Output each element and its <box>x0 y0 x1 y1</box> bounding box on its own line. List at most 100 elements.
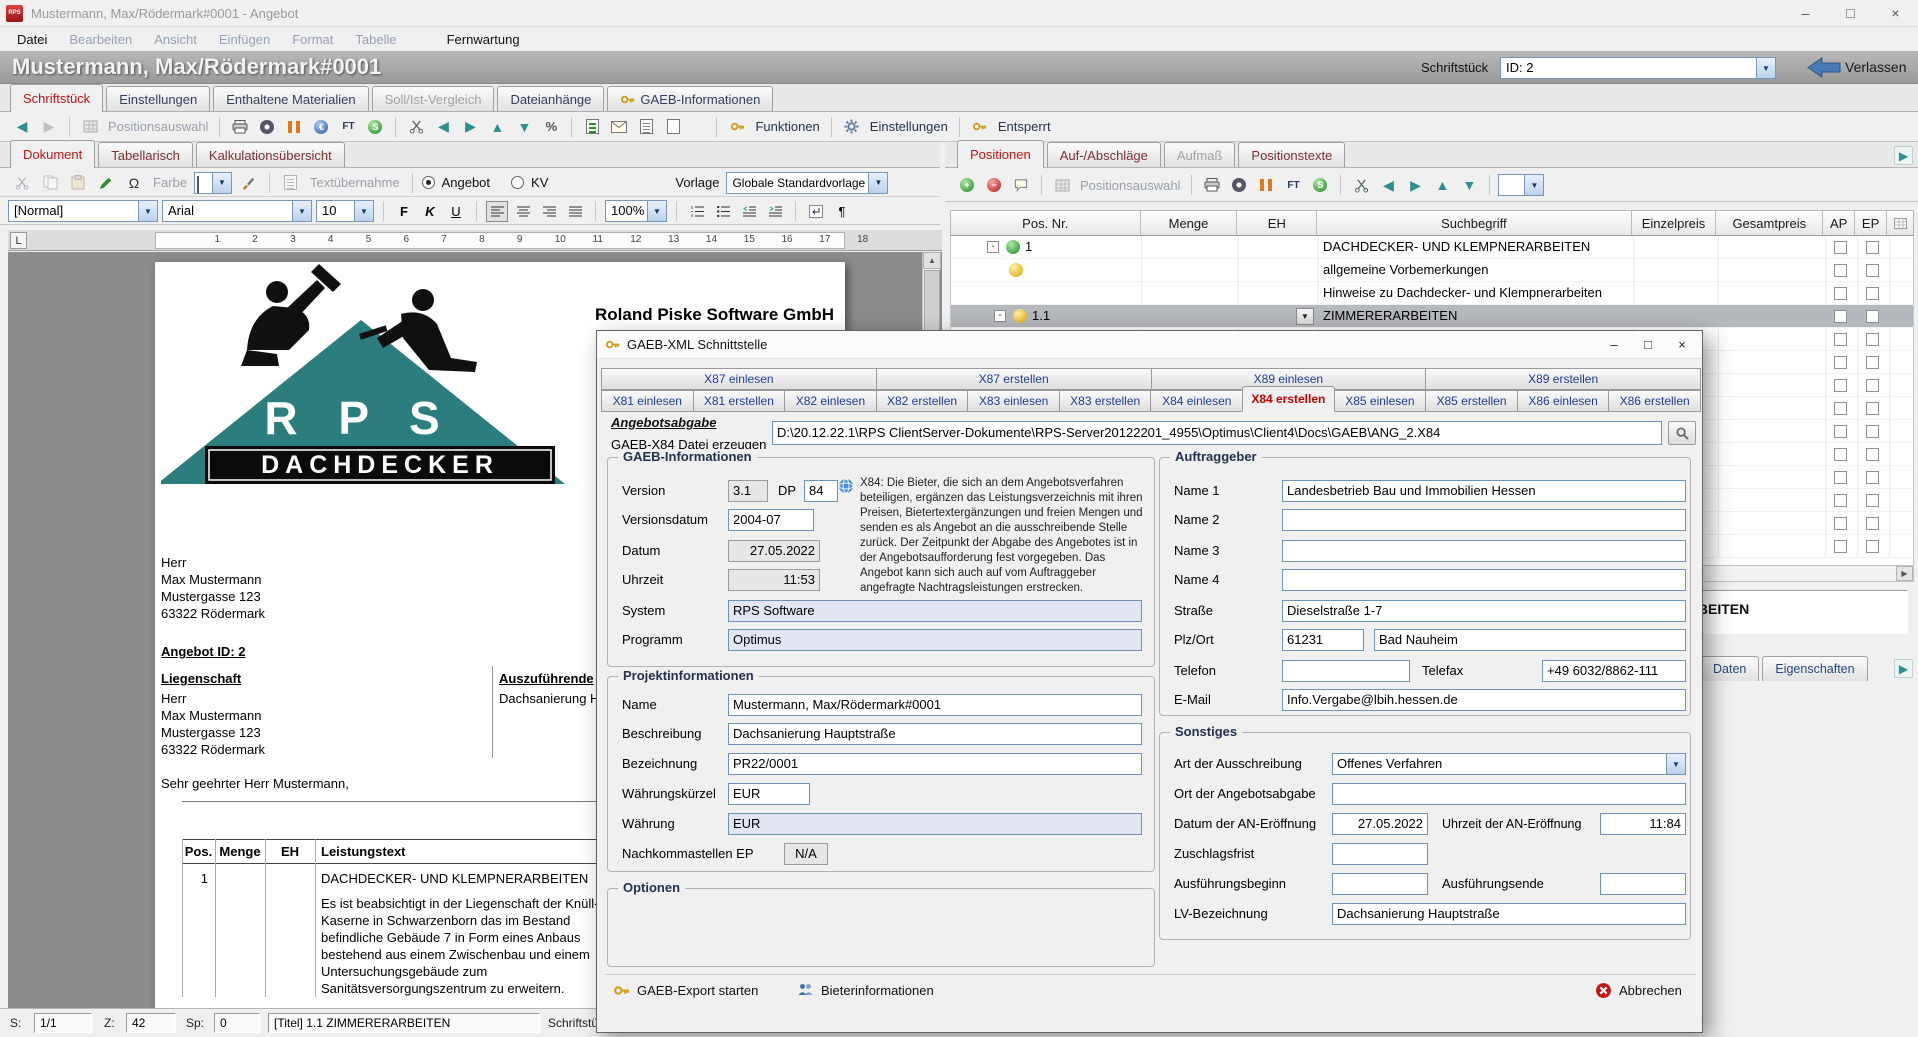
tab-dokument[interactable]: Dokument <box>10 140 95 168</box>
dp-input[interactable]: 84 <box>804 480 838 502</box>
tab-schriftstueck[interactable]: Schriftstück <box>10 84 103 112</box>
kv-radio[interactable] <box>511 176 524 189</box>
position-row[interactable]: -1DACHDECKER- UND KLEMPNERARBEITEN <box>951 236 1914 259</box>
cut-button[interactable] <box>10 171 34 195</box>
increase-indent-button[interactable] <box>764 201 786 222</box>
line-break-button[interactable] <box>805 201 827 222</box>
position-row[interactable]: allgemeine Vorbemerkungen <box>951 259 1914 282</box>
name4-input[interactable] <box>1282 569 1686 591</box>
goto-previous-button[interactable]: ◀ <box>431 115 455 139</box>
tab-gaeb-informationen[interactable]: GAEB-Informationen <box>607 86 773 111</box>
ausfuehrungsbeginn-input[interactable] <box>1332 873 1428 895</box>
back-arrow-icon[interactable] <box>1806 56 1842 82</box>
menu-tabelle[interactable]: Tabelle <box>344 29 407 50</box>
zoom-select[interactable]: 100% ▼ <box>605 200 667 222</box>
dialog-tab-x86-einlesen[interactable]: X86 einlesen <box>1517 390 1610 412</box>
ep-checkbox[interactable] <box>1866 540 1879 553</box>
ep-checkbox[interactable] <box>1866 287 1879 300</box>
ep-checkbox[interactable] <box>1866 356 1879 369</box>
chevron-down-icon[interactable]: ▼ <box>212 173 231 193</box>
zuschlagsfrist-input[interactable] <box>1332 843 1428 865</box>
datum-input[interactable]: 27.05.2022 <box>728 540 820 562</box>
status-button[interactable]: S <box>363 115 387 139</box>
waehrungskuerzel-input[interactable]: EUR <box>728 783 810 805</box>
mail-button[interactable] <box>607 115 631 139</box>
ap-checkbox[interactable] <box>1834 517 1847 530</box>
move-up-button[interactable]: ▲ <box>485 115 509 139</box>
ap-checkbox[interactable] <box>1834 241 1847 254</box>
horizontal-ruler[interactable]: L 123456789101112131415161718 <box>8 230 942 251</box>
dialog-close-button[interactable]: × <box>1668 334 1696 356</box>
move-up-button[interactable]: ▲ <box>1430 173 1454 197</box>
tab-positionen[interactable]: Positionen <box>957 140 1044 168</box>
uhrzeit-input[interactable]: 11:53 <box>728 569 820 591</box>
menu-ansicht[interactable]: Ansicht <box>143 29 208 50</box>
tab-eigenschaften[interactable]: Eigenschaften <box>1762 656 1867 681</box>
move-down-button[interactable]: ▼ <box>1457 173 1481 197</box>
detail-expand-button[interactable]: ▶ <box>1894 659 1913 678</box>
pause-button[interactable] <box>1254 173 1278 197</box>
version-input[interactable]: 3.1 <box>728 480 768 502</box>
dialog-tab-x81-einlesen[interactable]: X81 einlesen <box>601 390 694 412</box>
ap-checkbox[interactable] <box>1834 310 1847 323</box>
dialog-tab-x87-erstellen[interactable]: X87 erstellen <box>876 368 1152 390</box>
font-size-select[interactable]: 10 ▼ <box>316 200 374 222</box>
strasse-input[interactable]: Dieselstraße 1-7 <box>1282 600 1686 622</box>
vorlage-select[interactable]: Globale Standardvorlage ▼ <box>726 172 888 194</box>
currency-button[interactable]: € <box>309 115 333 139</box>
ep-checkbox[interactable] <box>1866 471 1879 484</box>
verlassen-button[interactable]: Verlassen <box>1845 59 1906 75</box>
document-id-select[interactable]: ID: 2 ▼ <box>1500 57 1776 79</box>
italic-button[interactable]: K <box>419 201 441 222</box>
abbrechen-button[interactable]: Abbrechen <box>1595 982 1682 999</box>
ausfuehrungsende-input[interactable] <box>1600 873 1686 895</box>
tab-soll-ist-vergleich[interactable]: Soll/Ist-Vergleich <box>372 86 495 111</box>
lv-bezeichnung-input[interactable]: Dachsanierung Hauptstraße <box>1332 903 1686 925</box>
dialog-tab-x89-erstellen[interactable]: X89 erstellen <box>1425 368 1701 390</box>
uhrzeit-an-input[interactable]: 11:84 <box>1600 813 1686 835</box>
scroll-right-button[interactable]: ▶ <box>1896 566 1913 581</box>
tab-dateianhaenge[interactable]: Dateianhänge <box>497 86 604 111</box>
positionsauswahl-button[interactable]: Positionsauswahl <box>1080 178 1180 193</box>
history-forward-button[interactable]: ▶ <box>37 115 61 139</box>
comment-button[interactable] <box>1009 173 1033 197</box>
tab-stop-selector[interactable]: L <box>10 232 27 249</box>
ep-checkbox[interactable] <box>1866 517 1879 530</box>
dialog-tab-x86-erstellen[interactable]: X86 erstellen <box>1608 390 1701 412</box>
column-header-eh[interactable]: EH <box>1237 211 1317 235</box>
color-picker[interactable]: ▼ <box>194 172 232 194</box>
ort-input[interactable]: Bad Nauheim <box>1374 629 1686 651</box>
ep-checkbox[interactable] <box>1866 494 1879 507</box>
chevron-down-icon[interactable]: ▼ <box>354 201 373 221</box>
ep-checkbox[interactable] <box>1866 310 1879 323</box>
ep-checkbox[interactable] <box>1866 425 1879 438</box>
positionsauswahl-button[interactable]: Positionsauswahl <box>108 119 208 134</box>
ap-checkbox[interactable] <box>1834 379 1847 392</box>
dialog-minimize-button[interactable]: – <box>1600 334 1628 356</box>
align-justify-button[interactable] <box>564 201 586 222</box>
column-header-pos-nr[interactable]: Pos. Nr. <box>951 211 1141 235</box>
ep-checkbox[interactable] <box>1866 379 1879 392</box>
pause-button[interactable] <box>282 115 306 139</box>
document-plain-button[interactable] <box>661 115 685 139</box>
align-right-button[interactable] <box>538 201 560 222</box>
ep-checkbox[interactable] <box>1866 402 1879 415</box>
column-settings-button[interactable] <box>1887 211 1913 235</box>
history-back-button[interactable]: ◀ <box>10 115 34 139</box>
document-green-button[interactable] <box>580 115 604 139</box>
export-document-button[interactable] <box>634 115 658 139</box>
goto-next-button[interactable]: ▶ <box>458 115 482 139</box>
chevron-down-icon[interactable]: ▼ <box>868 173 887 193</box>
menu-datei[interactable]: Datei <box>6 29 58 50</box>
name3-input[interactable] <box>1282 540 1686 562</box>
ap-checkbox[interactable] <box>1834 540 1847 553</box>
beschreibung-input[interactable]: Dachsanierung Hauptstraße <box>728 723 1142 745</box>
print-preview-button[interactable] <box>1227 173 1251 197</box>
ap-checkbox[interactable] <box>1834 494 1847 507</box>
browse-file-button[interactable] <box>1668 421 1696 445</box>
tree-collapse-toggle[interactable]: - <box>987 241 999 253</box>
dialog-tab-x82-einlesen[interactable]: X82 einlesen <box>784 390 877 412</box>
datum-an-input[interactable]: 27.05.2022 <box>1332 813 1428 835</box>
programm-input[interactable]: Optimus <box>728 629 1142 651</box>
ap-checkbox[interactable] <box>1834 287 1847 300</box>
